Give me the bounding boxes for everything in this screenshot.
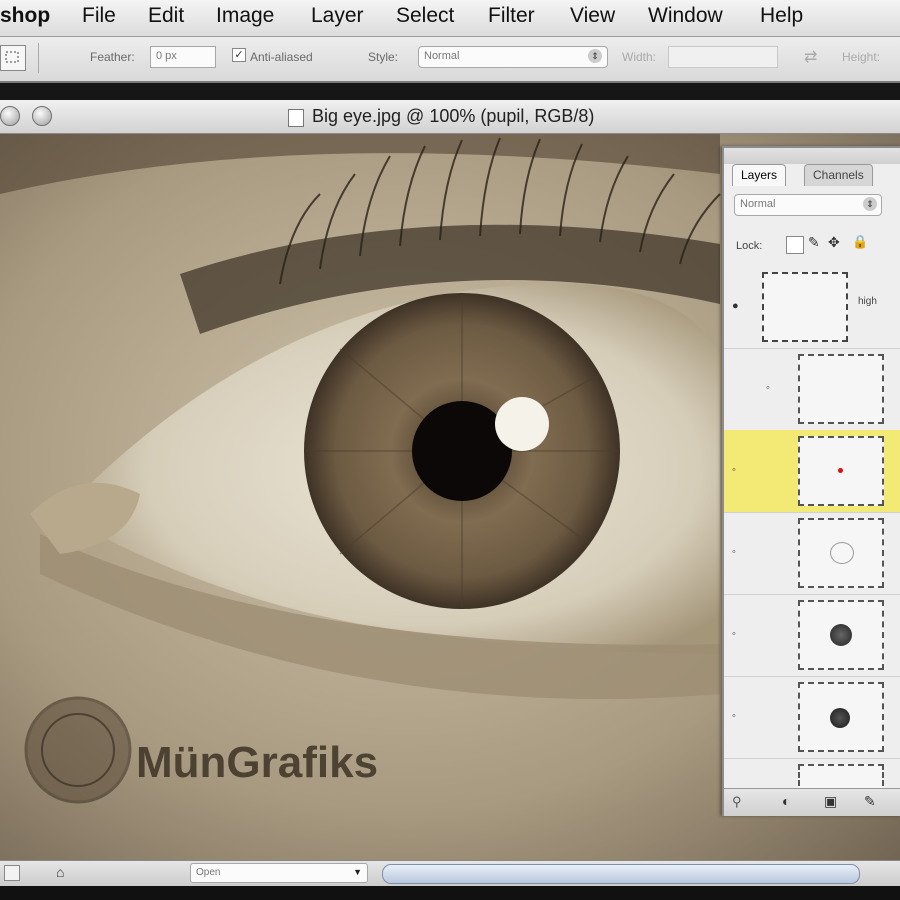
layer-thumbnail <box>762 272 848 342</box>
divider <box>38 43 39 73</box>
document-title-bar: Big eye.jpg @ 100% (pupil, RGB/8) <box>0 100 900 134</box>
height-label: Height: <box>842 50 881 64</box>
red-dot-icon <box>838 468 843 473</box>
layer-row[interactable]: ● high <box>724 266 900 349</box>
blend-mode-select[interactable]: Normal ⇕ <box>734 194 882 216</box>
zoom-window-button[interactable] <box>32 106 52 126</box>
menu-window[interactable]: Window <box>648 4 723 28</box>
layer-thumbnail <box>798 600 884 670</box>
layer-row-selected[interactable]: ◦ <box>724 430 900 513</box>
width-label: Width: <box>622 50 657 64</box>
status-select-value: Open <box>196 867 221 878</box>
layer-thumbnail <box>798 682 884 752</box>
options-bar: Feather: 0 px ✓ Anti-aliased Style: Norm… <box>0 37 900 83</box>
pupil-thumb-icon <box>830 708 850 728</box>
visibility-eye-icon[interactable]: ◦ <box>732 628 736 640</box>
tab-channels[interactable]: Channels <box>804 164 873 186</box>
status-toggle-button[interactable] <box>4 865 20 881</box>
home-icon[interactable]: ⌂ <box>56 864 64 880</box>
layers-panel: Layers Channels Normal ⇕ Lock: ✎ ✥ 🔒 ● h… <box>722 146 900 816</box>
status-select[interactable]: Open ▼ <box>190 863 368 883</box>
menu-view[interactable]: View <box>570 4 615 28</box>
document-title: Big eye.jpg @ 100% (pupil, RGB/8) <box>312 106 595 126</box>
link-layers-icon[interactable]: ⚲ <box>732 794 742 810</box>
antialiased-label: Anti-aliased <box>250 50 313 64</box>
visibility-eye-icon[interactable]: ◦ <box>732 546 736 558</box>
antialiased-checkbox[interactable]: ✓ <box>232 48 246 62</box>
document-icon <box>288 109 304 127</box>
layers-panel-footer: ⚲ ◐ ▣ ✎ <box>724 788 900 816</box>
width-input[interactable] <box>668 46 778 68</box>
panel-titlebar[interactable] <box>724 148 900 164</box>
lock-transparency-icon[interactable] <box>786 236 804 254</box>
layer-row[interactable]: ◦ <box>724 512 900 595</box>
lock-label: Lock: <box>736 240 763 252</box>
menu-filter[interactable]: Filter <box>488 4 535 28</box>
marquee-icon <box>5 51 19 63</box>
visibility-eye-icon[interactable]: ◦ <box>766 382 770 394</box>
visibility-eye-icon[interactable]: ◦ <box>732 464 736 476</box>
feather-label: Feather: <box>90 50 135 64</box>
iris-thumb-icon <box>830 624 852 646</box>
visibility-eye-icon[interactable]: ● <box>732 300 739 312</box>
minimize-window-button[interactable] <box>0 106 20 126</box>
new-layer-icon[interactable]: ▣ <box>824 793 837 810</box>
layer-thumbnail <box>798 354 884 424</box>
style-select-value: Normal <box>424 50 460 62</box>
feather-input[interactable]: 0 px <box>150 46 216 68</box>
layer-row[interactable] <box>724 758 900 794</box>
selection-mode-button[interactable] <box>0 45 26 71</box>
menu-help[interactable]: Help <box>760 4 803 28</box>
app-menu[interactable]: shop <box>0 4 50 28</box>
layer-row[interactable]: ◦ <box>724 594 900 677</box>
layer-thumbnail <box>798 436 884 506</box>
chevron-down-icon: ▼ <box>353 867 362 877</box>
swap-icon[interactable]: ⇄ <box>804 47 817 67</box>
layer-effects-icon[interactable]: ◐ <box>782 793 790 809</box>
toolbar-gap <box>0 83 900 100</box>
horizontal-scrollbar[interactable] <box>382 864 860 884</box>
style-select[interactable]: Normal ⇕ <box>418 46 608 68</box>
status-bar: ⌂ Open ▼ <box>0 860 900 887</box>
layer-row[interactable]: ◦ <box>724 676 900 759</box>
menu-file[interactable]: File <box>82 4 116 28</box>
visibility-eye-icon[interactable]: ◦ <box>732 710 736 722</box>
bottom-edge <box>0 886 900 900</box>
watermark-text: MünGrafiks <box>136 738 379 787</box>
menu-bar: shop File Edit Image Layer Select Filter… <box>0 0 900 37</box>
trash-icon[interactable]: ✎ <box>864 793 876 810</box>
layer-thumbnail <box>798 518 884 588</box>
chevron-updown-icon: ⇕ <box>588 49 602 63</box>
lock-move-icon[interactable]: ✥ <box>828 234 840 251</box>
menu-layer[interactable]: Layer <box>311 4 364 28</box>
menu-edit[interactable]: Edit <box>148 4 184 28</box>
chevron-updown-icon: ⇕ <box>863 197 877 211</box>
layer-name: high <box>858 296 877 307</box>
tab-layers[interactable]: Layers <box>732 164 787 186</box>
lock-all-icon[interactable]: 🔒 <box>852 234 868 250</box>
menu-image[interactable]: Image <box>216 4 274 28</box>
menu-select[interactable]: Select <box>396 4 454 28</box>
layer-row[interactable]: ◦ <box>724 348 900 431</box>
iris-outline-icon <box>830 542 854 564</box>
style-label: Style: <box>368 50 399 64</box>
blend-mode-value: Normal <box>740 198 776 210</box>
lock-paint-icon[interactable]: ✎ <box>808 234 820 251</box>
